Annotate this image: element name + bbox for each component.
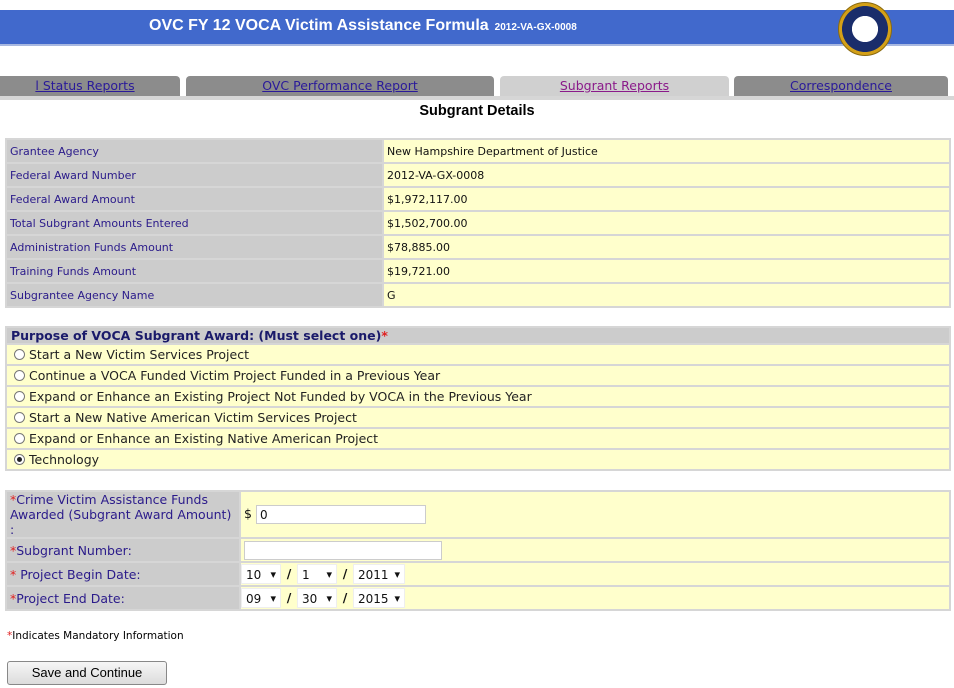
- table-row: Federal Award Amount $1,972,117.00: [7, 188, 949, 210]
- purpose-option-native-american-expand[interactable]: Expand or Enhance an Existing Native Ame…: [7, 429, 949, 448]
- page-title: Subgrant Details: [419, 103, 535, 119]
- tab-link[interactable]: Subgrant Reports: [560, 78, 669, 93]
- radio-button[interactable]: [14, 433, 25, 444]
- end-date-label: *Project End Date:: [7, 587, 239, 609]
- detail-label: Training Funds Amount: [7, 260, 382, 282]
- date-separator: /: [342, 565, 348, 581]
- tab-ovc-performance-report[interactable]: OVC Performance Report: [186, 76, 494, 96]
- subgrant-number-label: *Subgrant Number:: [7, 539, 239, 561]
- date-separator: /: [286, 589, 292, 605]
- tab-link[interactable]: OVC Performance Report: [262, 78, 418, 93]
- tab-status-reports[interactable]: l Status Reports: [0, 76, 180, 96]
- detail-label: Subgrantee Agency Name: [7, 284, 382, 306]
- table-row: Administration Funds Amount $78,885.00: [7, 236, 949, 258]
- date-separator: /: [342, 589, 348, 605]
- end-year-select[interactable]: 2015: [353, 588, 405, 609]
- begin-date-label: * Project Begin Date:: [7, 563, 239, 585]
- save-and-continue-button[interactable]: Save and Continue: [7, 661, 167, 685]
- begin-year-select[interactable]: 2011: [353, 564, 405, 585]
- app-title: OVC FY 12 VOCA Victim Assistance Formula…: [149, 17, 577, 34]
- radio-button-selected[interactable]: [14, 454, 25, 465]
- detail-label: Federal Award Amount: [7, 188, 382, 210]
- table-row: Subgrantee Agency Name G: [7, 284, 949, 306]
- detail-value: G: [384, 284, 949, 306]
- table-row: Training Funds Amount $19,721.00: [7, 260, 949, 282]
- purpose-option-expand-existing[interactable]: Expand or Enhance an Existing Project No…: [7, 387, 949, 406]
- detail-label: Administration Funds Amount: [7, 236, 382, 258]
- detail-label: Total Subgrant Amounts Entered: [7, 212, 382, 234]
- detail-value: $1,502,700.00: [384, 212, 949, 234]
- radio-button[interactable]: [14, 370, 25, 381]
- detail-value: $78,885.00: [384, 236, 949, 258]
- subgrant-number-input[interactable]: [244, 540, 442, 560]
- date-separator: /: [286, 565, 292, 581]
- mandatory-note: *Indicates Mandatory Information: [7, 630, 184, 642]
- purpose-option-continue[interactable]: Continue a VOCA Funded Victim Project Fu…: [7, 366, 949, 385]
- funds-label: *Crime Victim Assistance Funds Awarded (…: [7, 492, 239, 537]
- detail-value: $19,721.00: [384, 260, 949, 282]
- subgrant-form-table: *Crime Victim Assistance Funds Awarded (…: [5, 490, 951, 611]
- header-bar: OVC FY 12 VOCA Victim Assistance Formula…: [0, 10, 954, 46]
- purpose-option-native-american-new[interactable]: Start a New Native American Victim Servi…: [7, 408, 949, 427]
- award-number: 2012-VA-GX-0008: [494, 22, 577, 33]
- purpose-heading: Purpose of VOCA Subgrant Award: (Must se…: [7, 328, 949, 343]
- tab-subgrant-reports[interactable]: Subgrant Reports: [500, 76, 729, 96]
- detail-value: New Hampshire Department of Justice: [384, 140, 949, 162]
- tab-link[interactable]: l Status Reports: [35, 78, 134, 93]
- details-table: Grantee Agency New Hampshire Department o…: [5, 138, 951, 308]
- currency-sign: $: [244, 506, 252, 521]
- tab-bar: l Status Reports OVC Performance Report …: [0, 76, 954, 96]
- purpose-table: Purpose of VOCA Subgrant Award: (Must se…: [5, 326, 951, 471]
- radio-button[interactable]: [14, 349, 25, 360]
- purpose-option-new-project[interactable]: Start a New Victim Services Project: [7, 345, 949, 364]
- purpose-option-technology[interactable]: Technology: [7, 450, 949, 469]
- radio-button[interactable]: [14, 391, 25, 402]
- funds-awarded-input[interactable]: 0: [255, 505, 426, 524]
- table-row: Total Subgrant Amounts Entered $1,502,700…: [7, 212, 949, 234]
- tab-link[interactable]: Correspondence: [790, 78, 892, 93]
- begin-month-select[interactable]: 10: [241, 564, 281, 585]
- radio-button[interactable]: [14, 412, 25, 423]
- detail-label: Grantee Agency: [7, 140, 382, 162]
- end-month-select[interactable]: 09: [241, 588, 281, 609]
- table-row: Federal Award Number 2012-VA-GX-0008: [7, 164, 949, 186]
- end-day-select[interactable]: 30: [297, 588, 337, 609]
- detail-label: Federal Award Number: [7, 164, 382, 186]
- begin-day-select[interactable]: 1: [297, 564, 337, 585]
- doj-seal-logo: [838, 2, 892, 56]
- detail-value: 2012-VA-GX-0008: [384, 164, 949, 186]
- tab-correspondence[interactable]: Correspondence: [734, 76, 948, 96]
- tab-underline: [0, 96, 954, 100]
- detail-value: $1,972,117.00: [384, 188, 949, 210]
- table-row: Grantee Agency New Hampshire Department o…: [7, 140, 949, 162]
